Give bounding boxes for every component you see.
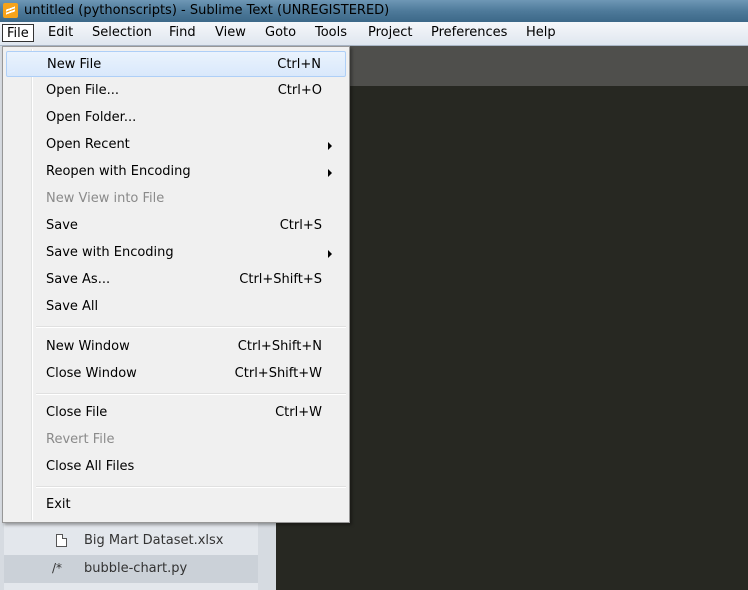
menu-item-label: Save bbox=[46, 218, 78, 233]
menu-item-label: Save As... bbox=[46, 272, 111, 287]
menu-file[interactable]: File bbox=[2, 24, 34, 42]
menu-item-exit[interactable]: Exit bbox=[6, 492, 346, 518]
menu-item-open-folder[interactable]: Open Folder... bbox=[6, 105, 346, 131]
menu-item-close-file[interactable]: Close File Ctrl+W bbox=[6, 400, 346, 426]
menu-item-label: Close Window bbox=[46, 366, 137, 381]
menu-item-shortcut: Ctrl+Shift+S bbox=[239, 272, 322, 287]
sublime-logo-icon bbox=[3, 3, 18, 18]
file-icon bbox=[56, 534, 67, 547]
menu-item-label: New File bbox=[47, 57, 102, 72]
menu-bar: File Edit Selection Find View Goto Tools… bbox=[0, 22, 748, 46]
menu-item-close-all-files[interactable]: Close All Files bbox=[6, 454, 346, 480]
menu-selection[interactable]: Selection bbox=[88, 24, 156, 42]
menu-item-shortcut: Ctrl+W bbox=[275, 405, 322, 420]
menu-item-shortcut: Ctrl+Shift+N bbox=[237, 339, 322, 354]
menu-find[interactable]: Find bbox=[165, 24, 200, 42]
menu-item-save-as[interactable]: Save As... Ctrl+Shift+S bbox=[6, 267, 346, 293]
menu-item-label: Open Recent bbox=[46, 137, 130, 152]
file-menu-dropdown: New File Ctrl+N Open File... Ctrl+O Open… bbox=[2, 46, 350, 523]
menu-separator bbox=[36, 326, 346, 328]
menu-separator bbox=[36, 486, 346, 488]
menu-item-label: Save All bbox=[46, 299, 99, 314]
sidebar-file-item[interactable]: Big Mart Dataset.xlsx bbox=[4, 527, 258, 555]
menu-item-label: Open File... bbox=[46, 83, 120, 98]
menu-edit[interactable]: Edit bbox=[44, 24, 77, 42]
menu-item-label: Reopen with Encoding bbox=[46, 164, 191, 179]
menu-item-label: Exit bbox=[46, 497, 71, 512]
menu-item-revert-file: Revert File bbox=[6, 427, 346, 453]
submenu-arrow-icon bbox=[328, 142, 332, 150]
code-comment-icon: /* bbox=[52, 561, 63, 575]
menu-item-new-file[interactable]: New File Ctrl+N bbox=[6, 51, 346, 77]
menu-item-new-window[interactable]: New Window Ctrl+Shift+N bbox=[6, 334, 346, 360]
menu-item-shortcut: Ctrl+O bbox=[277, 83, 322, 98]
menu-view[interactable]: View bbox=[211, 24, 250, 42]
menu-item-label: Open Folder... bbox=[46, 110, 137, 125]
menu-item-shortcut: Ctrl+Shift+W bbox=[234, 366, 322, 381]
menu-item-label: Revert File bbox=[46, 432, 115, 447]
menu-separator bbox=[36, 393, 346, 395]
submenu-arrow-icon bbox=[328, 169, 332, 177]
menu-goto[interactable]: Goto bbox=[261, 24, 300, 42]
menu-item-label: New View into File bbox=[46, 191, 165, 206]
window-title: untitled (pythonscripts) - Sublime Text … bbox=[24, 3, 390, 18]
menu-item-save[interactable]: Save Ctrl+S bbox=[6, 213, 346, 239]
submenu-arrow-icon bbox=[328, 250, 332, 258]
menu-item-label: New Window bbox=[46, 339, 130, 354]
menu-help[interactable]: Help bbox=[522, 24, 560, 42]
menu-item-reopen-with-encoding[interactable]: Reopen with Encoding bbox=[6, 159, 346, 185]
menu-tools[interactable]: Tools bbox=[311, 24, 351, 42]
menu-item-save-with-encoding[interactable]: Save with Encoding bbox=[6, 240, 346, 266]
menu-item-label: Close File bbox=[46, 405, 108, 420]
menu-item-new-view-into-file: New View into File bbox=[6, 186, 346, 212]
sidebar-file-item[interactable]: /* bubble-chart.py bbox=[4, 555, 258, 583]
menu-item-label: Save with Encoding bbox=[46, 245, 174, 260]
menu-item-shortcut: Ctrl+S bbox=[279, 218, 322, 233]
menu-preferences[interactable]: Preferences bbox=[427, 24, 511, 42]
menu-item-shortcut: Ctrl+N bbox=[277, 57, 321, 72]
menu-item-open-file[interactable]: Open File... Ctrl+O bbox=[6, 78, 346, 104]
menu-item-save-all[interactable]: Save All bbox=[6, 294, 346, 320]
menu-item-open-recent[interactable]: Open Recent bbox=[6, 132, 346, 158]
menu-item-close-window[interactable]: Close Window Ctrl+Shift+W bbox=[6, 361, 346, 387]
menu-project[interactable]: Project bbox=[364, 24, 416, 42]
sidebar-file-label: Big Mart Dataset.xlsx bbox=[84, 533, 224, 548]
sidebar-file-label: bubble-chart.py bbox=[84, 561, 188, 576]
menu-item-label: Close All Files bbox=[46, 459, 135, 474]
title-bar: untitled (pythonscripts) - Sublime Text … bbox=[0, 0, 748, 22]
